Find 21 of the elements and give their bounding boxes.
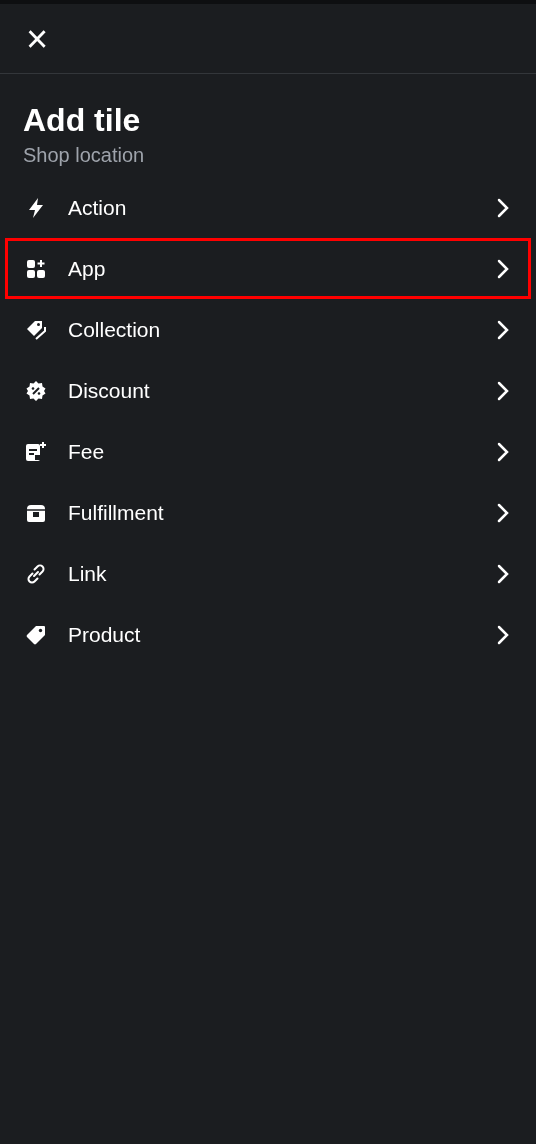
chevron-right-icon [496,257,510,280]
chevron-right-icon [496,318,510,341]
menu-item[interactable]: App [5,238,531,299]
menu-item[interactable]: Action [5,177,531,238]
percent-badge-icon [24,378,48,403]
chevron-right-icon [496,562,510,585]
chevron-right-icon [496,501,510,524]
menu-item[interactable]: Link [5,543,531,604]
menu-item[interactable]: Fee [5,421,531,482]
menu-item[interactable]: Discount [5,360,531,421]
menu-item[interactable]: Product [5,604,531,665]
chevron-right-icon [496,440,510,463]
menu-item[interactable]: Fulfillment [5,482,531,543]
menu-item[interactable]: Collection [5,299,531,360]
receipt-plus-icon [24,439,48,464]
chevron-right-icon [496,623,510,646]
chevron-right-icon [496,379,510,402]
chevron-right-icon [496,196,510,219]
page-title: Add tile [23,101,141,140]
page-subtitle: Shop location [23,143,145,168]
close-button[interactable]: × [22,23,52,54]
